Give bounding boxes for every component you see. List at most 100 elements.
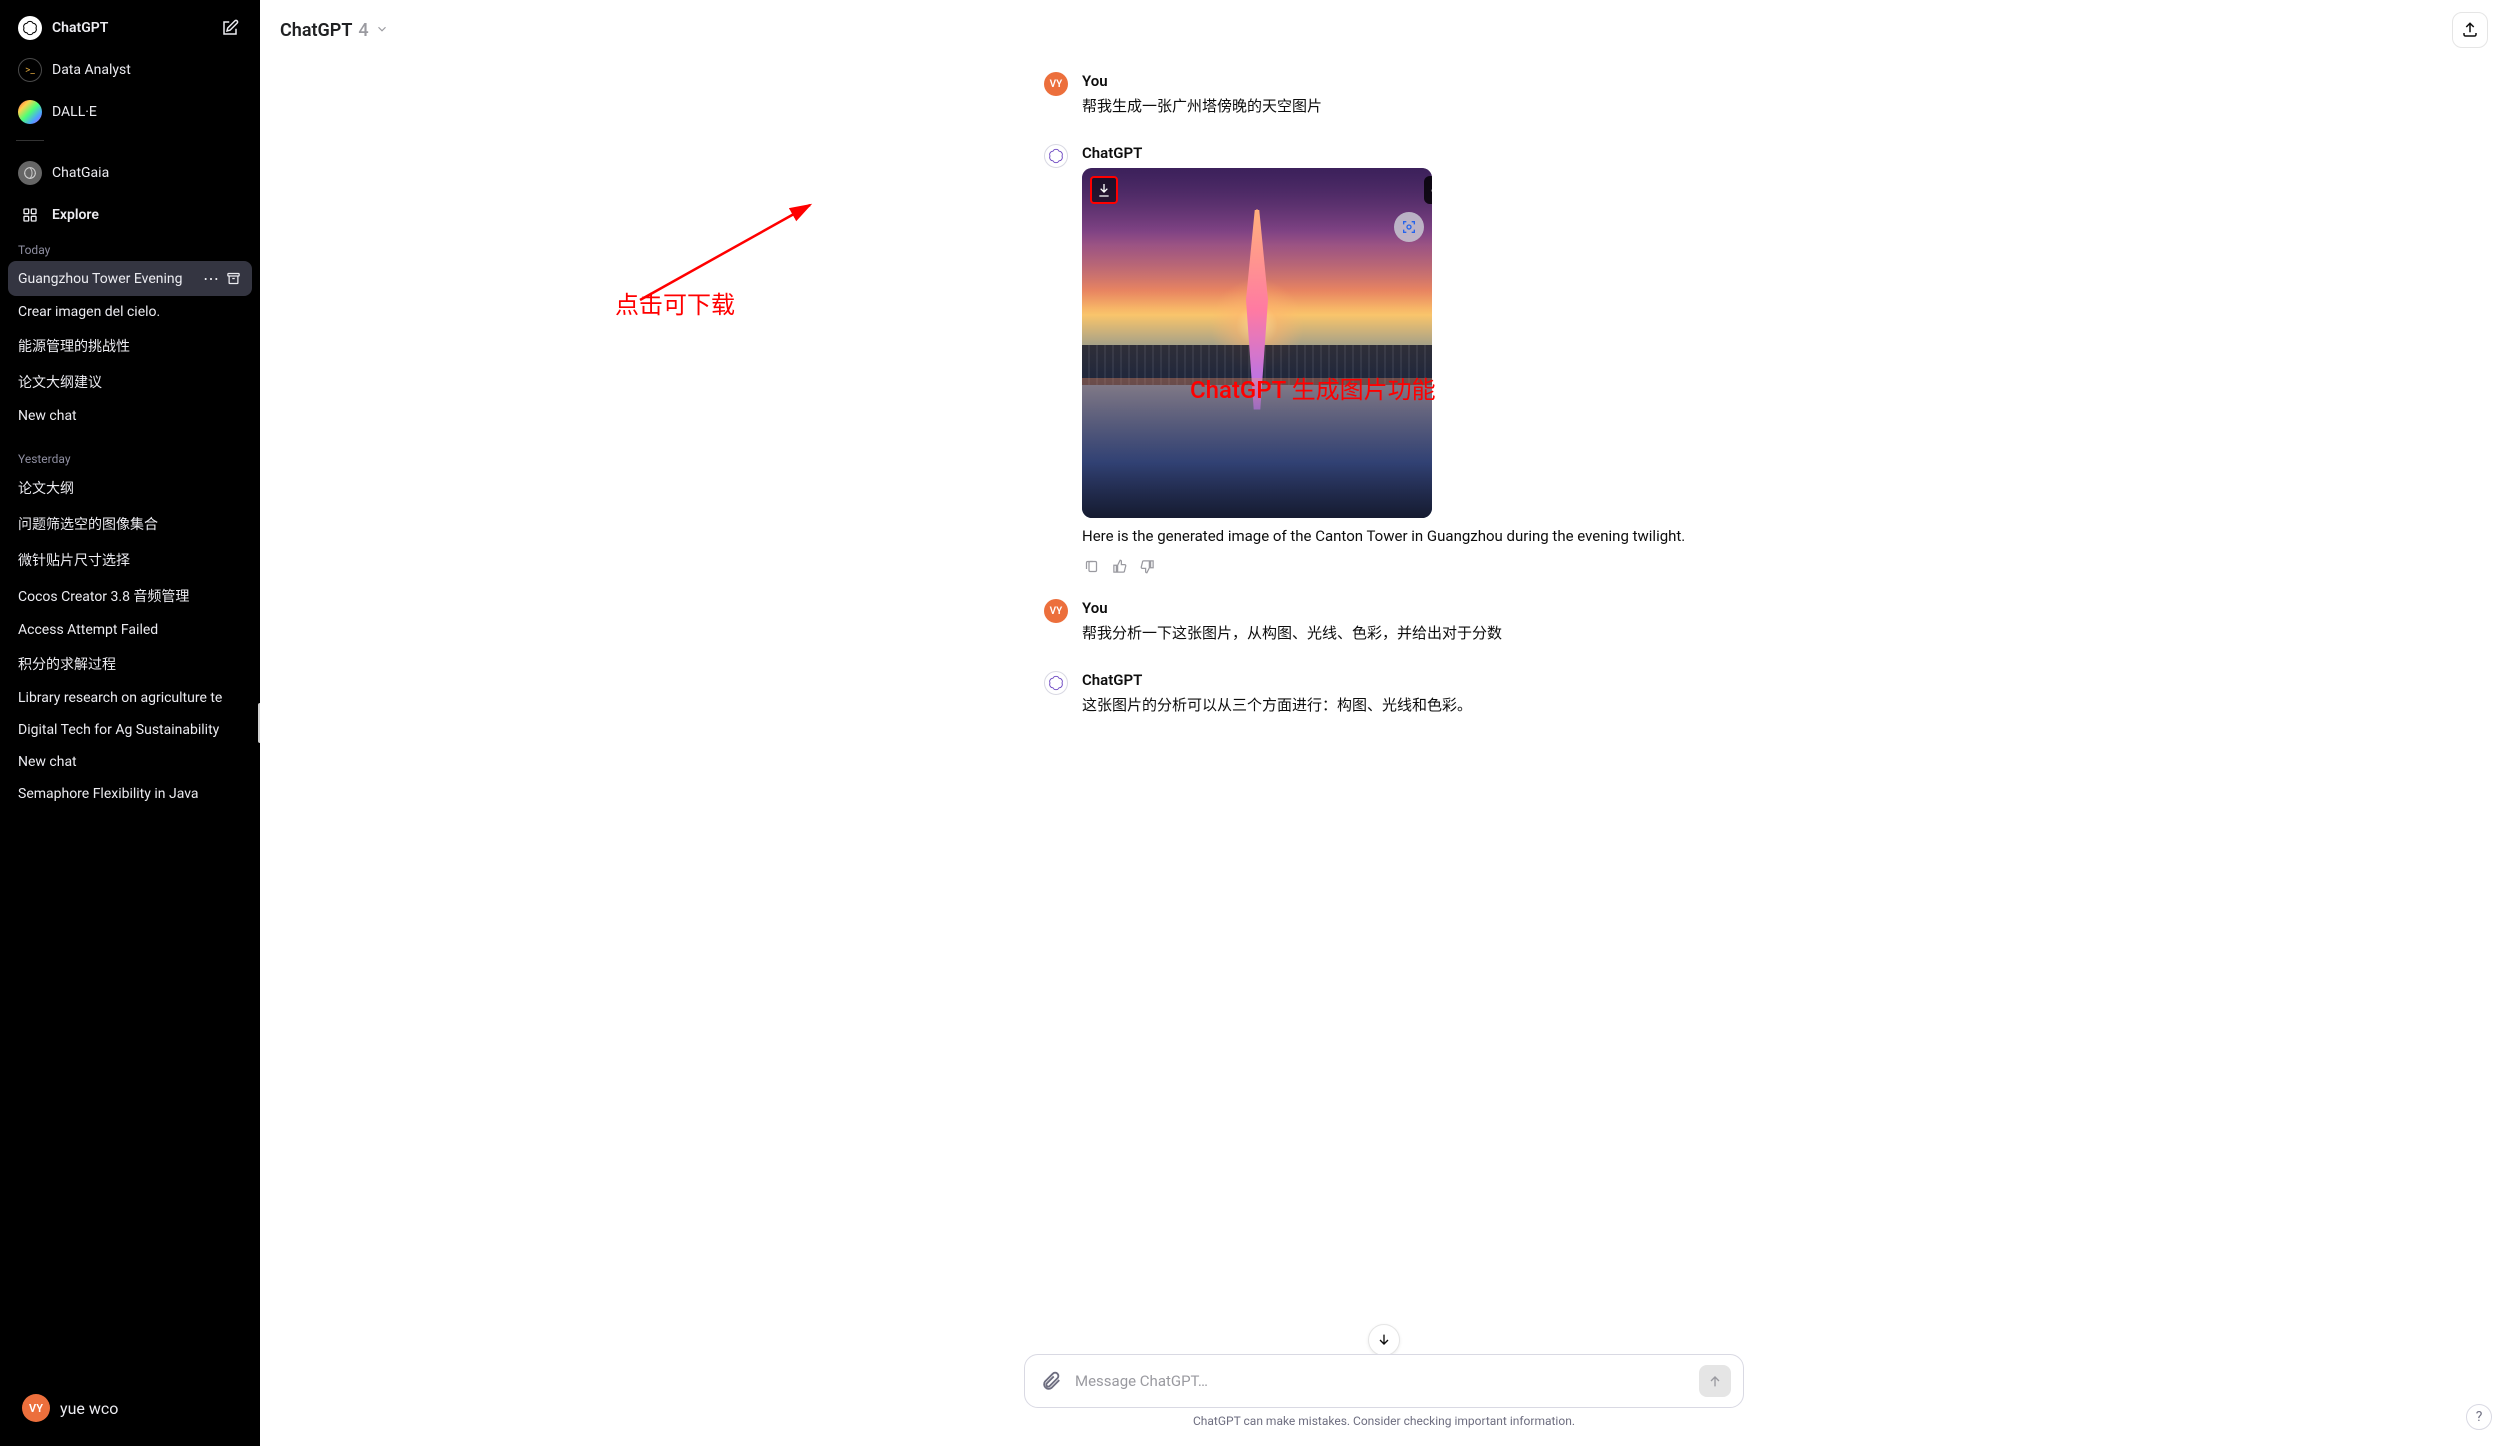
thumbs-down-button[interactable]: [1138, 557, 1156, 575]
user-name-label: yue wco: [60, 1399, 118, 1418]
chat-item-menu-icon[interactable]: ⋯: [203, 269, 220, 288]
copy-button[interactable]: [1082, 557, 1100, 575]
annotation-download-hint: 点击可下载: [615, 285, 735, 320]
conversation-scroll[interactable]: VY You 帮我生成一张广州塔傍晚的天空图片 ChatGPT: [260, 60, 2508, 1354]
chat-item-title: 论文大纲建议: [18, 372, 242, 392]
chat-item[interactable]: 能源管理的挑战性: [8, 328, 252, 364]
sidebar-chatgaia-label: ChatGaia: [52, 165, 109, 181]
explore-icon: [18, 203, 42, 227]
chat-item[interactable]: New chat: [8, 746, 252, 778]
chat-item[interactable]: 问题筛选空的图像集合: [8, 506, 252, 542]
new-chat-icon[interactable]: [218, 16, 242, 40]
send-button[interactable]: [1699, 1365, 1731, 1397]
focus-image-button[interactable]: [1394, 212, 1424, 242]
message-text: Here is the generated image of the Canto…: [1082, 524, 1724, 550]
message-actions: [1082, 557, 1724, 575]
chat-item[interactable]: New chat: [8, 400, 252, 432]
message-user: VY You 帮我生成一张广州塔傍晚的天空图片: [1044, 60, 1724, 132]
message-text: 帮我生成一张广州塔傍晚的天空图片: [1082, 94, 1724, 120]
sidebar-item-chatgpt[interactable]: ChatGPT: [8, 8, 252, 48]
chat-item-title: New chat: [18, 754, 242, 770]
chat-item[interactable]: 积分的求解过程: [8, 646, 252, 682]
composer-wrap: ChatGPT can make mistakes. Consider chec…: [260, 1354, 2508, 1446]
thumbs-up-icon: [1112, 559, 1127, 574]
image-reflection-decoration: [1082, 378, 1432, 518]
section-label-today: Today: [8, 235, 252, 261]
sidebar: ChatGPT >_ Data Analyst DALL·E ChatGaia: [0, 0, 260, 1446]
chat-item[interactable]: Guangzhou Tower Evening ⋯: [8, 261, 252, 296]
sidebar-divider: [16, 140, 44, 141]
thumbs-up-button[interactable]: [1110, 557, 1128, 575]
chatgaia-icon: [18, 161, 42, 185]
message-author-label: ChatGPT: [1082, 671, 1724, 689]
generated-image[interactable]: [1082, 168, 1432, 518]
chat-item[interactable]: Digital Tech for Ag Sustainability: [8, 714, 252, 746]
message-text: 帮我分析一下这张图片，从构图、光线、色彩，并给出对于分数: [1082, 621, 1724, 647]
message-input[interactable]: [1075, 1372, 1689, 1390]
message-author-label: ChatGPT: [1082, 144, 1724, 162]
user-avatar: VY: [22, 1394, 50, 1422]
chevron-down-icon: [375, 20, 389, 41]
sidebar-explore-label: Explore: [52, 207, 99, 223]
chat-item[interactable]: 微针贴片尺寸选择: [8, 542, 252, 578]
chatgpt-avatar-icon: [1044, 671, 1068, 695]
chat-item-title: Guangzhou Tower Evening: [18, 271, 197, 287]
chatgpt-avatar-icon: [1044, 144, 1068, 168]
sidebar-top: ChatGPT >_ Data Analyst DALL·E ChatGaia: [8, 8, 252, 235]
app-root: ChatGPT >_ Data Analyst DALL·E ChatGaia: [0, 0, 2508, 1446]
thumbs-down-icon: [1140, 559, 1155, 574]
model-version-label: 4: [358, 20, 368, 41]
chat-item-title: Cocos Creator 3.8 音频管理: [18, 586, 242, 606]
focus-icon: [1401, 219, 1417, 235]
sidebar-chatgpt-label: ChatGPT: [52, 20, 108, 36]
help-button[interactable]: ?: [2466, 1404, 2492, 1430]
scroll-to-bottom-button[interactable]: [1368, 1324, 1400, 1356]
chat-item-title: 问题筛选空的图像集合: [18, 514, 242, 534]
attach-button[interactable]: [1037, 1367, 1065, 1395]
sidebar-item-explore[interactable]: Explore: [8, 195, 252, 235]
chat-item-archive-icon[interactable]: [224, 270, 242, 288]
model-selector[interactable]: ChatGPT 4: [280, 20, 389, 41]
chat-item-title: 能源管理的挑战性: [18, 336, 242, 356]
arrow-down-icon: [1376, 1332, 1392, 1348]
thumbs-down-image-button[interactable]: [1424, 176, 1432, 204]
download-image-button[interactable]: [1090, 176, 1118, 204]
message-text: 这张图片的分析可以从三个方面进行：构图、光线和色彩。: [1082, 693, 1724, 719]
chat-item[interactable]: Cocos Creator 3.8 音频管理: [8, 578, 252, 614]
share-button[interactable]: [2452, 12, 2488, 48]
thumbs-down-icon: [1431, 183, 1432, 197]
chat-item-title: Access Attempt Failed: [18, 622, 242, 638]
share-icon: [2461, 21, 2479, 39]
chat-item-title: Semaphore Flexibility in Java: [18, 786, 242, 802]
message-author-label: You: [1082, 599, 1724, 617]
conversation-inner: VY You 帮我生成一张广州塔傍晚的天空图片 ChatGPT: [1024, 60, 1744, 730]
clipboard-icon: [1084, 559, 1099, 574]
composer: [1024, 1354, 1744, 1408]
chat-item[interactable]: 论文大纲建议: [8, 364, 252, 400]
user-avatar-small: VY: [1044, 599, 1068, 623]
chat-item-title: 论文大纲: [18, 478, 242, 498]
chat-item[interactable]: Semaphore Flexibility in Java: [8, 778, 252, 810]
sidebar-item-data-analyst[interactable]: >_ Data Analyst: [8, 50, 252, 90]
data-analyst-icon: >_: [18, 58, 42, 82]
sidebar-data-analyst-label: Data Analyst: [52, 62, 131, 78]
sidebar-footer: VY yue wco: [8, 1378, 252, 1438]
chat-item-title: Library research on agriculture te: [18, 690, 242, 706]
chat-item[interactable]: Crear imagen del cielo.: [8, 296, 252, 328]
chat-item[interactable]: 论文大纲: [8, 470, 252, 506]
chat-history-list: Today Guangzhou Tower Evening ⋯ Crear im…: [8, 235, 252, 1378]
user-menu[interactable]: VY yue wco: [12, 1386, 248, 1430]
chat-item-title: Digital Tech for Ag Sustainability: [18, 722, 242, 738]
sidebar-item-dalle[interactable]: DALL·E: [8, 92, 252, 132]
main-header: ChatGPT 4: [260, 0, 2508, 60]
chat-item[interactable]: Access Attempt Failed: [8, 614, 252, 646]
message-assistant: ChatGPT 这张图片的分析可以从三个方面进行：构图、光线和色彩。: [1044, 659, 1724, 731]
arrow-up-icon: [1707, 1373, 1723, 1389]
disclaimer-text: ChatGPT can make mistakes. Consider chec…: [280, 1408, 2488, 1438]
chat-item[interactable]: Library research on agriculture te: [8, 682, 252, 714]
message-assistant: ChatGPT: [1044, 132, 1724, 588]
sidebar-dalle-label: DALL·E: [52, 104, 97, 120]
chat-item-title: 积分的求解过程: [18, 654, 242, 674]
download-icon: [1096, 182, 1112, 198]
sidebar-item-chatgaia[interactable]: ChatGaia: [8, 153, 252, 193]
